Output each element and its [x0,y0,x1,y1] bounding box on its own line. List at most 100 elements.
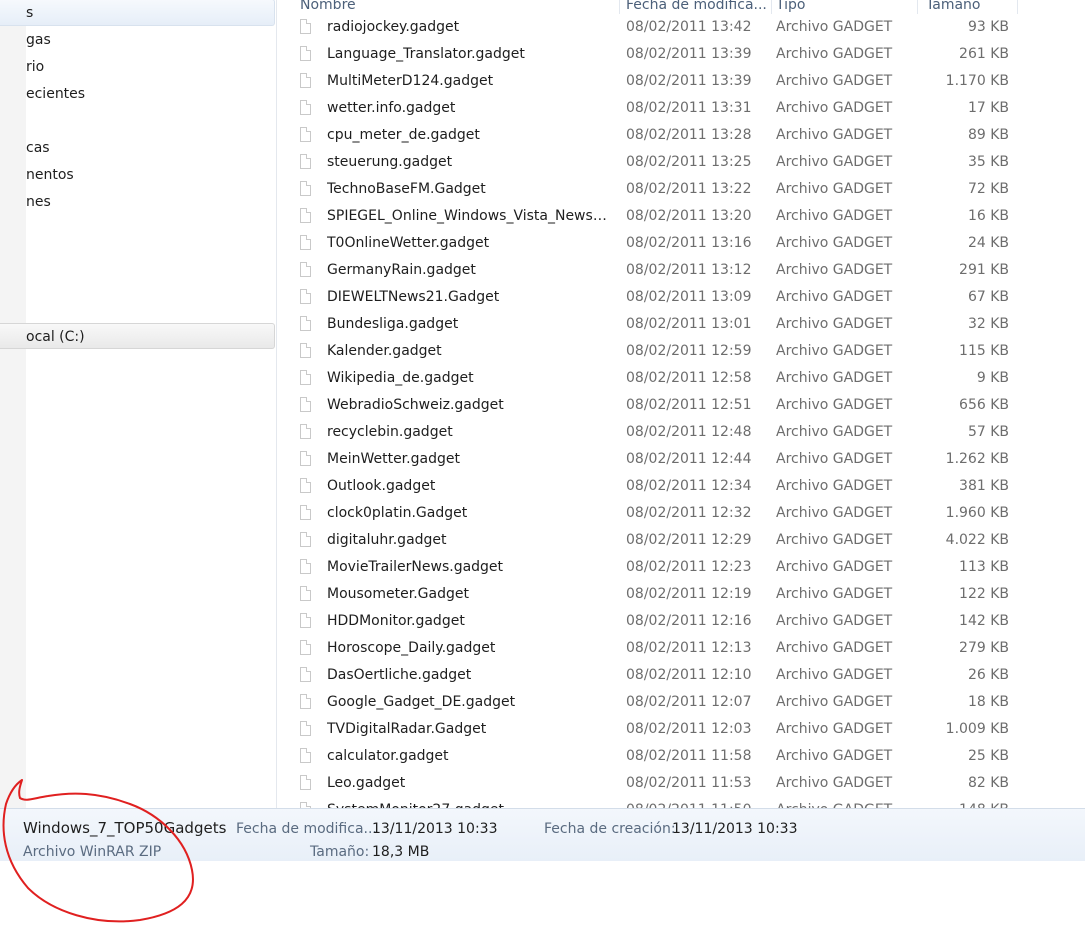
file-row[interactable]: cpu_meter_de.gadget 08/02/2011 13:28 Archi… [277,122,1085,149]
file-row[interactable]: SPIEGEL_Online_Windows_Vista_Newsrea... 0… [277,203,1085,230]
column-header-name[interactable]: Nombre [296,0,620,14]
file-size: 32 KB [967,316,1009,332]
file-row[interactable]: MeinWetter.gadget 08/02/2011 12:44 Archivo… [277,446,1085,473]
file-row[interactable]: TVDigitalRadar.Gadget 08/02/2011 12:03 Arc… [277,716,1085,743]
file-type: Archivo GADGET [776,775,893,791]
file-type: Archivo GADGET [776,586,893,602]
file-row[interactable]: steuerung.gadget 08/02/2011 13:25 Archivo … [277,149,1085,176]
file-icon [300,370,311,385]
file-name: Leo.gadget [327,775,406,791]
column-header-size[interactable]: Tamaño [922,0,1018,14]
file-date: 08/02/2011 13:09 [626,289,752,305]
details-modified-value: 13/11/2013 10:33 [372,821,498,837]
file-list[interactable]: Nombre Fecha de modifica... Tipo Tamaño … [277,0,1085,808]
file-icon [300,667,311,682]
sidebar-item-label: nentos [26,167,74,183]
file-type: Archivo GADGET [776,667,893,683]
file-row[interactable]: Mousometer.Gadget 08/02/2011 12:19 Archivo… [277,581,1085,608]
column-header-date[interactable]: Fecha de modifica... [622,0,772,14]
file-name: Google_Gadget_DE.gadget [327,694,516,710]
file-name: Language_Translator.gadget [327,46,525,62]
file-date: 08/02/2011 13:42 [626,19,752,35]
details-created-value: 13/11/2013 10:33 [672,821,798,837]
file-type: Archivo GADGET [776,424,893,440]
file-size: 381 KB [959,478,1009,494]
file-name: clock0platin.Gadget [327,505,468,521]
file-row[interactable]: T0OnlineWetter.gadget 08/02/2011 13:16 Arc… [277,230,1085,257]
red-annotation-circle [2,779,194,923]
file-row[interactable]: Leo.gadget 08/02/2011 11:53 Archivo GADGET… [277,770,1085,797]
file-icon [300,721,311,736]
file-size: 115 KB [959,343,1009,359]
file-icon [300,640,311,655]
file-row[interactable]: TechnoBaseFM.Gadget 08/02/2011 13:22 Archi… [277,176,1085,203]
file-icon [300,343,311,358]
file-row[interactable]: HDDMonitor.gadget 08/02/2011 12:16 Archivo… [277,608,1085,635]
file-size: 656 KB [959,397,1009,413]
file-icon [300,154,311,169]
file-name: T0OnlineWetter.gadget [327,235,490,251]
file-name: digitaluhr.gadget [327,532,447,548]
file-row[interactable]: DasOertliche.gadget 08/02/2011 12:10 Archi… [277,662,1085,689]
file-name: DIEWELTNews21.Gadget [327,289,500,305]
file-date: 08/02/2011 13:39 [626,46,752,62]
file-date: 08/02/2011 12:16 [626,613,752,629]
file-size: 16 KB [967,208,1009,224]
file-row[interactable]: MovieTrailerNews.gadget 08/02/2011 12:23 A… [277,554,1085,581]
file-icon [300,451,311,466]
file-row[interactable]: GermanyRain.gadget 08/02/2011 13:12 Archiv… [277,257,1085,284]
file-row[interactable]: calculator.gadget 08/02/2011 11:58 Archivo… [277,743,1085,770]
file-date: 08/02/2011 13:22 [626,181,752,197]
navigation-pane[interactable]: s gas rio ecientes cas nentos nes ocal (… [0,0,277,808]
file-type: Archivo GADGET [776,73,893,89]
file-name: steuerung.gadget [327,154,453,170]
file-size: 57 KB [967,424,1009,440]
file-row[interactable]: DIEWELTNews21.Gadget 08/02/2011 13:09 Arch… [277,284,1085,311]
file-date: 08/02/2011 12:58 [626,370,752,386]
file-type: Archivo GADGET [776,289,893,305]
file-size: 279 KB [959,640,1009,656]
file-type: Archivo GADGET [776,154,893,170]
file-name: MeinWetter.gadget [327,451,460,467]
sidebar-item-local-disk[interactable]: ocal (C:) [0,323,275,349]
file-icon [300,505,311,520]
file-name: MultiMeterD124.gadget [327,73,494,89]
file-name: GermanyRain.gadget [327,262,476,278]
file-row[interactable]: wetter.info.gadget 08/02/2011 13:31 Archiv… [277,95,1085,122]
file-row[interactable]: SystemMonitor27.gadget08/02/2011 11:50Ar… [277,797,1085,808]
file-row[interactable]: digitaluhr.gadget 08/02/2011 12:29 Archivo… [277,527,1085,554]
file-row[interactable]: recyclebin.gadget 08/02/2011 12:48 Archivo… [277,419,1085,446]
file-size: 26 KB [967,667,1009,683]
file-type: Archivo GADGET [776,343,893,359]
details-size-value: 18,3 MB [372,844,430,860]
file-name: Kalender.gadget [327,343,442,359]
file-date: 08/02/2011 13:39 [626,73,752,89]
file-name: Horoscope_Daily.gadget [327,640,496,656]
file-row[interactable]: Language_Translator.gadget 08/02/2011 13:… [277,41,1085,68]
file-size: 4.022 KB [945,532,1009,548]
file-size: 291 KB [959,262,1009,278]
file-row[interactable]: Outlook.gadget 08/02/2011 12:34 Archivo GA… [277,473,1085,500]
file-row[interactable]: Wikipedia_de.gadget 08/02/2011 12:58 Archi… [277,365,1085,392]
file-size: 122 KB [959,586,1009,602]
file-row[interactable]: radiojockey.gadget 08/02/2011 13:42 Archiv… [277,14,1085,41]
column-header-type[interactable]: Tipo [772,0,918,14]
file-icon [300,262,311,277]
file-icon [300,181,311,196]
file-row[interactable]: MultiMeterD124.gadget 08/02/2011 13:39 Arc… [277,68,1085,95]
file-row[interactable]: Horoscope_Daily.gadget 08/02/2011 12:13 Ar… [277,635,1085,662]
file-size: 113 KB [959,559,1009,575]
sidebar-item-selected[interactable]: s [0,0,275,26]
file-name: recyclebin.gadget [327,424,453,440]
file-row[interactable]: Bundesliga.gadget 08/02/2011 13:01 Archivo… [277,311,1085,338]
file-icon [300,586,311,601]
file-row[interactable]: WebradioSchweiz.gadget 08/02/2011 12:51 Ar… [277,392,1085,419]
file-type: Archivo GADGET [776,613,893,629]
file-row[interactable]: Google_Gadget_DE.gadget 08/02/2011 12:07 A… [277,689,1085,716]
file-date: 08/02/2011 11:58 [626,748,752,764]
file-row[interactable]: clock0platin.Gadget 08/02/2011 12:32 Archi… [277,500,1085,527]
file-name: calculator.gadget [327,748,449,764]
file-row[interactable]: Kalender.gadget 08/02/2011 12:59 Archivo G… [277,338,1085,365]
file-date: 08/02/2011 12:13 [626,640,752,656]
file-type: Archivo GADGET [776,559,893,575]
